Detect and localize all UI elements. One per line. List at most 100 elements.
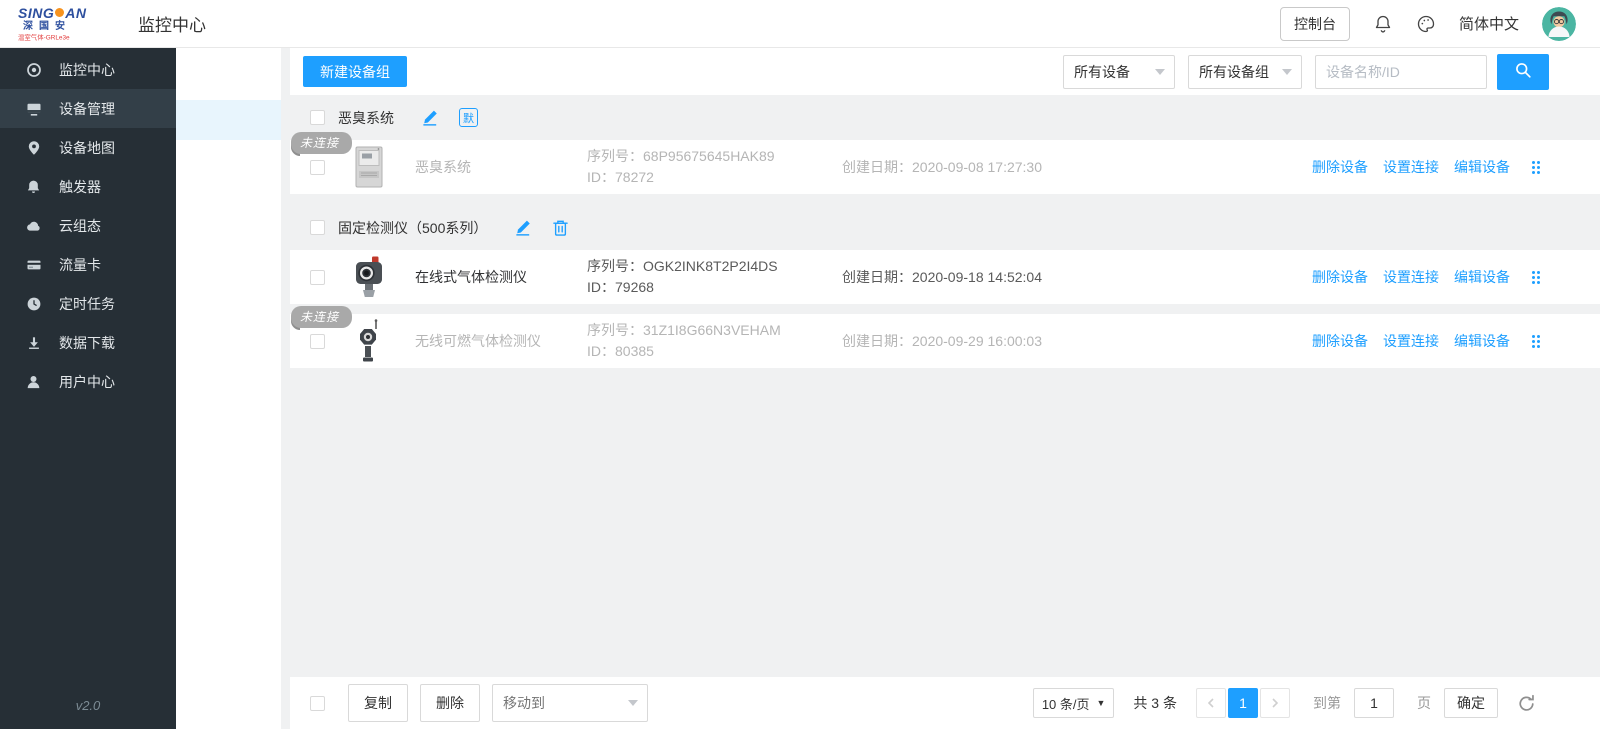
row-actions: 删除设备 设置连接 编辑设备 (1312, 157, 1540, 177)
chevron-down-icon (1155, 69, 1165, 75)
edit-device-link[interactable]: 编辑设备 (1454, 331, 1510, 351)
console-button[interactable]: 控制台 (1280, 7, 1350, 41)
language-switch[interactable]: 简体中文 (1459, 13, 1519, 34)
clock-icon (25, 296, 42, 312)
target-icon (25, 62, 42, 78)
sidebar-item-cloud-config[interactable]: 云组态 (0, 206, 176, 245)
copy-button[interactable]: 复制 (348, 684, 408, 722)
device-serial-id: 序列号：31Z1I8G66N3VEHAM ID：80385 (587, 320, 842, 362)
setup-connection-link[interactable]: 设置连接 (1383, 267, 1439, 287)
group-filter-select[interactable]: 所有设备组 (1188, 55, 1302, 89)
sidebar-item-label: 定时任务 (59, 294, 115, 314)
delete-device-link[interactable]: 删除设备 (1312, 157, 1368, 177)
logo-cn-name: 深国安 (18, 22, 100, 32)
monitor-icon (25, 101, 42, 117)
goto-page-suffix: 页 (1417, 693, 1431, 713)
group-header: 固定检测仪（500系列） (281, 205, 1600, 250)
edit-pencil-icon[interactable] (514, 218, 533, 237)
more-options-icon[interactable] (1532, 271, 1540, 284)
device-serial-id: 序列号：68P95675645HAK89 ID：78272 (587, 146, 842, 188)
next-page-button[interactable] (1260, 688, 1290, 718)
row-checkbox[interactable] (310, 334, 325, 349)
sidebar-item-sim-card[interactable]: 流量卡 (0, 245, 176, 284)
bell-icon[interactable] (1373, 14, 1393, 34)
refresh-icon[interactable] (1517, 694, 1536, 713)
row-actions: 删除设备 设置连接 编辑设备 (1312, 267, 1540, 287)
bell-icon (25, 179, 42, 195)
default-group-badge: 默 (459, 108, 478, 127)
group-checkbox[interactable] (310, 220, 325, 235)
cloud-icon (25, 218, 42, 234)
sidebar-item-data-download[interactable]: 数据下载 (0, 323, 176, 362)
device-row: 在线式气体检测仪 序列号：OGK2INK8T2P2I4DS ID：79268 创… (290, 250, 1600, 304)
sidebar-item-device-management[interactable]: 设备管理 (0, 89, 176, 128)
device-filter-value: 所有设备 (1074, 62, 1130, 82)
app-version: v2.0 (0, 698, 176, 713)
logo-slogan: 温室气体-GRLe3e (18, 34, 84, 40)
sidebar-item-triggers[interactable]: 触发器 (0, 167, 176, 206)
topbar-actions: 控制台 简体中文 (1280, 7, 1576, 41)
cabinet-device-image (350, 145, 388, 189)
delete-device-link[interactable]: 删除设备 (1312, 267, 1368, 287)
search-icon (1513, 60, 1533, 83)
edit-pencil-icon[interactable] (421, 108, 440, 127)
offline-badge: 未连接 (291, 132, 352, 154)
trash-icon[interactable] (552, 219, 569, 237)
sidebar-item-scheduled-tasks[interactable]: 定时任务 (0, 284, 176, 323)
prev-page-button[interactable] (1196, 688, 1226, 718)
setup-connection-link[interactable]: 设置连接 (1383, 331, 1439, 351)
delete-device-link[interactable]: 删除设备 (1312, 331, 1368, 351)
row-checkbox[interactable] (310, 160, 325, 175)
sidebar-item-user-center[interactable]: 用户中心 (0, 362, 176, 401)
device-name: 在线式气体检测仪 (415, 267, 587, 287)
delete-button[interactable]: 删除 (420, 684, 480, 722)
page-number-current[interactable]: 1 (1228, 688, 1258, 718)
device-created-date: 创建日期：2020-09-08 17:27:30 (842, 157, 1312, 177)
move-to-select[interactable]: 移动到 (492, 684, 648, 722)
edit-device-link[interactable]: 编辑设备 (1454, 157, 1510, 177)
group-name: 固定检测仪（500系列） (338, 218, 487, 238)
search-button[interactable] (1497, 54, 1549, 90)
sidebar-item-label: 监控中心 (59, 60, 115, 80)
sidebar-item-label: 设备地图 (59, 138, 115, 158)
goto-page-input[interactable] (1354, 688, 1394, 718)
group-checkbox[interactable] (310, 110, 325, 125)
sidebar-item-device-map[interactable]: 设备地图 (0, 128, 176, 167)
sidebar: 监控中心 设备管理 设备地图 触发器 云组态 流量卡 定时任务 数据下载 (0, 48, 176, 729)
theme-palette-icon[interactable] (1416, 14, 1436, 34)
chevron-down-icon (628, 700, 638, 706)
device-row: 未连接 无线可燃气体检测仪 序列号：31Z1I8G66N3VEHAM ID：80… (290, 314, 1600, 368)
page-size-select[interactable]: 10 条/页 ▼ (1033, 688, 1115, 718)
device-created-date: 创建日期：2020-09-29 16:00:03 (842, 331, 1312, 351)
page-title: 监控中心 (138, 11, 206, 36)
device-name: 无线可燃气体检测仪 (415, 331, 587, 351)
gas-detector-device-image (350, 255, 388, 299)
map-pin-icon (25, 140, 42, 156)
toolbar: 新建设备组 所有设备 所有设备组 (290, 48, 1600, 95)
row-checkbox[interactable] (310, 270, 325, 285)
more-options-icon[interactable] (1532, 161, 1540, 174)
logo-wordmark: SINGAN (18, 6, 100, 20)
new-device-group-button[interactable]: 新建设备组 (303, 56, 407, 87)
device-created-date: 创建日期：2020-09-18 14:52:04 (842, 267, 1312, 287)
offline-badge: 未连接 (291, 306, 352, 328)
goto-page-prefix: 到第 (1313, 693, 1341, 713)
sidebar-item-monitor-center[interactable]: 监控中心 (0, 50, 176, 89)
select-all-checkbox[interactable] (310, 696, 325, 711)
sim-card-icon (25, 257, 42, 273)
search-input[interactable] (1315, 55, 1487, 89)
confirm-button[interactable]: 确定 (1444, 688, 1498, 718)
device-filter-select[interactable]: 所有设备 (1063, 55, 1175, 89)
row-actions: 删除设备 设置连接 编辑设备 (1312, 331, 1540, 351)
more-options-icon[interactable] (1532, 335, 1540, 348)
top-bar: SINGAN 深国安 温室气体-GRLe3e 监控中心 控制台 简体中文 (0, 0, 1600, 48)
edit-device-link[interactable]: 编辑设备 (1454, 267, 1510, 287)
wireless-detector-device-image (350, 319, 388, 363)
sidebar-item-label: 数据下载 (59, 333, 115, 353)
avatar[interactable] (1542, 7, 1576, 41)
setup-connection-link[interactable]: 设置连接 (1383, 157, 1439, 177)
sidebar-item-label: 触发器 (59, 177, 101, 197)
chevron-down-icon (1282, 69, 1292, 75)
device-row: 未连接 恶臭系统 序列号：68P95675645HAK89 ID：78272 创… (290, 140, 1600, 194)
group-tree-selected-row[interactable] (176, 100, 281, 140)
